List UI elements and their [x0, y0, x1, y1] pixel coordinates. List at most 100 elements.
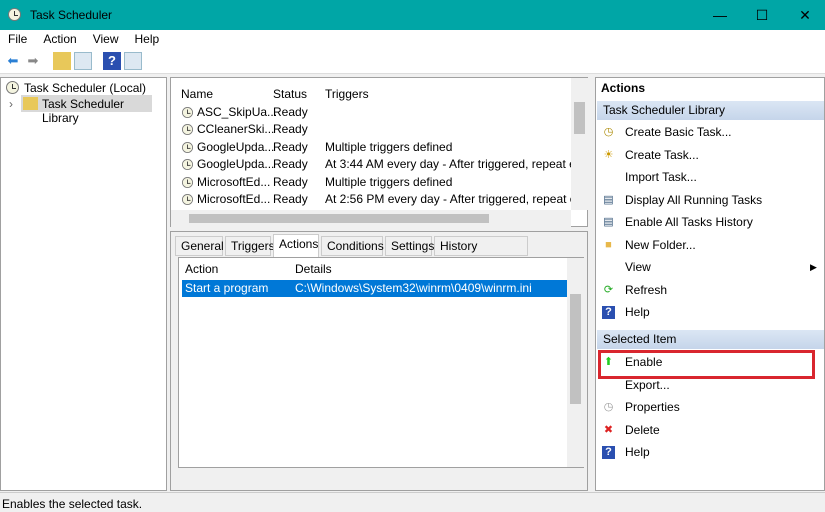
vertical-scrollbar[interactable]: [567, 258, 584, 467]
action-label: Import Task...: [625, 170, 697, 184]
section-task-scheduler-library[interactable]: Task Scheduler Library: [597, 101, 824, 120]
table-row[interactable]: GoogleUpda... Ready Multiple triggers defi…: [181, 139, 571, 156]
cell-action: Start a program: [185, 281, 269, 295]
tab-general[interactable]: General: [175, 236, 224, 256]
tab-settings[interactable]: Settings: [385, 236, 434, 256]
cell-details: C:\Windows\System32\winrm\0409\winrm.ini: [295, 281, 532, 295]
task-name: GoogleUpda...: [197, 157, 275, 172]
task-name: CCleanerSki...: [197, 122, 275, 137]
create-basic-task-icon: ◷: [603, 126, 614, 138]
task-clock-icon: [181, 193, 194, 206]
task-list: Name Status Triggers ASC_SkipUa... Ready C…: [170, 77, 588, 227]
refresh-icon: ⟳: [603, 283, 614, 296]
action-label: Create Task...: [625, 147, 699, 162]
menu-file[interactable]: File: [0, 30, 35, 48]
submenu-arrow-icon: ▶: [810, 262, 817, 272]
table-row[interactable]: CCleanerSki... Ready: [181, 121, 571, 138]
task-clock-icon: [181, 106, 194, 119]
maximize-button[interactable]: ☐: [742, 4, 782, 26]
col-status[interactable]: Status: [273, 86, 307, 103]
task-clock-icon: [181, 176, 194, 188]
task-status: Ready: [273, 139, 308, 154]
history-icon: ▤: [603, 216, 614, 228]
show-hide-tree-icon[interactable]: [74, 52, 92, 70]
task-triggers: Multiple triggers defined: [325, 174, 453, 189]
action-refresh[interactable]: ⟳ Refresh: [600, 280, 820, 300]
tab-actions[interactable]: Actions: [273, 234, 319, 257]
action-label: Properties: [625, 400, 680, 414]
task-status: Ready: [273, 157, 308, 172]
tab-conditions[interactable]: Conditions: [321, 236, 384, 256]
folder-clock-icon: [23, 97, 38, 110]
expand-chevron-icon[interactable]: ›: [9, 97, 13, 111]
running-tasks-icon: ▤: [603, 193, 614, 206]
back-icon[interactable]: ⬅: [4, 52, 22, 70]
col-triggers[interactable]: Triggers: [325, 86, 369, 103]
action-label: Help: [625, 445, 650, 459]
section-selected-item[interactable]: Selected Item: [597, 330, 824, 349]
help-icon: ?: [602, 446, 615, 459]
action-label: Display All Running Tasks: [625, 192, 763, 207]
table-row[interactable]: Start a program C:\Windows\System32\winr…: [182, 280, 567, 297]
properties-icon: ◷: [603, 401, 614, 413]
task-name: ASC_SkipUa...: [197, 105, 278, 119]
action-help[interactable]: ? Help: [600, 302, 820, 322]
tab-triggers[interactable]: Triggers: [225, 236, 275, 256]
title-bar: Task Scheduler — ☐ ✕: [0, 0, 825, 30]
action-display-all-running-tasks[interactable]: ▤ Display All Running Tasks: [600, 190, 820, 210]
minimize-button[interactable]: —: [700, 4, 740, 26]
tab-history[interactable]: History (disabled): [434, 236, 528, 272]
menu-action[interactable]: Action: [35, 30, 84, 48]
col-details[interactable]: Details: [295, 261, 332, 278]
menu-view[interactable]: View: [85, 30, 127, 48]
action-label: Delete: [625, 422, 660, 437]
action-new-folder[interactable]: ■ New Folder...: [600, 235, 820, 255]
task-triggers: Multiple triggers defined: [325, 139, 453, 154]
tree-root[interactable]: Task Scheduler (Local): [24, 81, 146, 95]
table-row[interactable]: ASC_SkipUa... Ready: [181, 104, 571, 121]
table-row[interactable]: MicrosoftEd... Ready Multiple triggers def…: [181, 174, 571, 191]
actions-table: Action Details Start a program C:\Window…: [178, 257, 584, 468]
action-help[interactable]: ? Help: [600, 442, 820, 462]
task-status: Ready: [273, 105, 308, 119]
action-enable-all-tasks-history[interactable]: ▤ Enable All Tasks History: [600, 212, 820, 232]
folder-icon: ■: [605, 238, 612, 251]
col-name[interactable]: Name: [181, 86, 213, 103]
action-create-task[interactable]: ☀ Create Task...: [600, 145, 820, 165]
menu-bar: File Action View Help: [0, 30, 825, 48]
tree-item-label: Task Scheduler Library: [42, 97, 125, 125]
table-row[interactable]: MicrosoftEd... Ready At 2:56 PM every day …: [181, 191, 571, 208]
forward-icon[interactable]: ➡: [24, 52, 42, 70]
tree-pane: Task Scheduler (Local) › Task Scheduler …: [0, 77, 167, 491]
task-name: MicrosoftEd...: [197, 192, 271, 206]
action-label: Refresh: [625, 282, 668, 297]
action-label: New Folder...: [625, 237, 696, 252]
action-import-task[interactable]: Import Task...: [600, 167, 820, 187]
task-name: GoogleUpda...: [197, 139, 275, 154]
show-hide-action-pane-icon[interactable]: [124, 52, 142, 70]
actions-pane-title: Actions: [601, 81, 646, 95]
help-icon: ?: [602, 306, 615, 319]
task-name: MicrosoftEd...: [197, 174, 271, 189]
delete-icon: ✖: [603, 423, 614, 436]
folder-up-icon[interactable]: [53, 52, 71, 70]
task-clock-icon: [181, 141, 194, 153]
toolbar: ⬅ ➡ ?: [0, 48, 825, 74]
action-label: View: [625, 260, 651, 274]
action-delete[interactable]: ✖ Delete: [600, 420, 820, 440]
action-create-basic-task[interactable]: ◷ Create Basic Task...: [600, 122, 820, 142]
col-action[interactable]: Action: [185, 261, 218, 278]
close-button[interactable]: ✕: [785, 4, 825, 26]
help-icon[interactable]: ?: [103, 52, 121, 70]
action-properties[interactable]: ◷ Properties: [600, 397, 820, 417]
action-view[interactable]: View ▶: [600, 257, 820, 277]
horizontal-scrollbar[interactable]: [171, 210, 571, 227]
clock-icon: [6, 81, 19, 94]
action-label: Create Basic Task...: [625, 125, 732, 139]
vertical-scrollbar[interactable]: [571, 78, 588, 210]
menu-help[interactable]: Help: [127, 30, 168, 48]
task-triggers: At 2:56 PM every day - After triggered, …: [325, 192, 571, 206]
table-row[interactable]: GoogleUpda... Ready At 3:44 AM every day -…: [181, 156, 571, 173]
tree-item-library[interactable]: Task Scheduler Library: [21, 95, 152, 125]
status-text: Enables the selected task.: [2, 497, 143, 511]
